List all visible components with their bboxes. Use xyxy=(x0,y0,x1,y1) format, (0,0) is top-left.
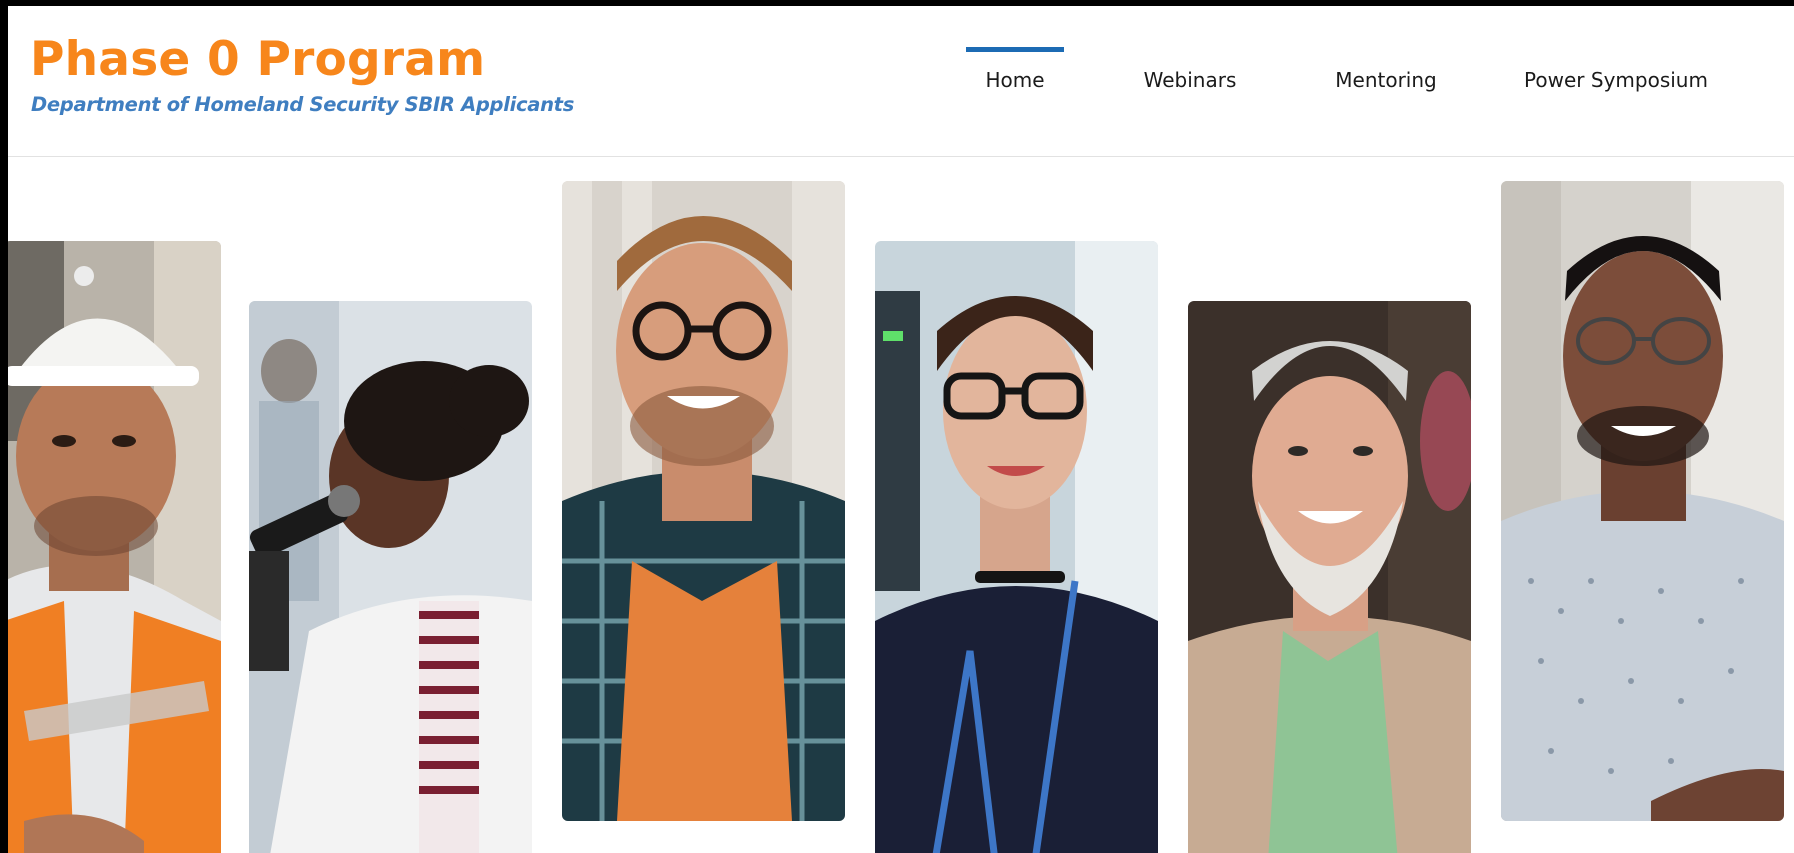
woman-lanyard-photo xyxy=(875,241,1158,853)
construction-worker-illustration xyxy=(8,241,221,853)
construction-worker-photo xyxy=(8,241,221,853)
man-patterned-illustration xyxy=(1501,181,1784,821)
page-frame: Phase 0 Program Department of Homeland S… xyxy=(8,6,1794,853)
main-nav: Home Webinars Mentoring Power Symposium xyxy=(8,6,1794,157)
man-plaid-illustration xyxy=(562,181,845,821)
man-plaid-shirt-photo xyxy=(562,181,845,821)
older-man-beard-photo xyxy=(1188,301,1471,853)
scientist-illustration xyxy=(249,301,532,853)
nav-mentoring[interactable]: Mentoring xyxy=(1318,47,1454,97)
nav-home[interactable]: Home xyxy=(966,47,1064,97)
nav-webinars[interactable]: Webinars xyxy=(1128,47,1252,97)
older-man-illustration xyxy=(1188,301,1471,853)
site-header: Phase 0 Program Department of Homeland S… xyxy=(8,6,1794,157)
woman-lanyard-illustration xyxy=(875,241,1158,853)
scientist-microscope-photo xyxy=(249,301,532,853)
nav-power-symposium[interactable]: Power Symposium xyxy=(1516,47,1716,97)
man-patterned-shirt-photo xyxy=(1501,181,1784,821)
